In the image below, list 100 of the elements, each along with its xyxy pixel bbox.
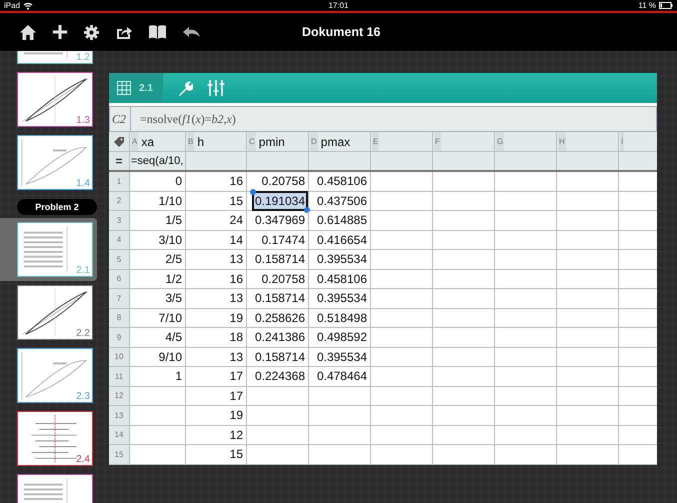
selection-handle[interactable] [304,206,310,213]
table-cell[interactable]: 0.158714 [254,290,306,306]
table-cell[interactable]: 9/10 [158,348,183,365]
table-cell[interactable]: 3/5 [164,290,183,306]
page-number: 2.4 [76,454,90,465]
table-cell[interactable]: 0.158714 [254,348,306,365]
device-name: iPad [4,1,20,10]
page-number: 2.1 [76,265,90,276]
table-cell[interactable]: 13 [228,290,244,306]
settings-icon[interactable] [84,24,99,40]
table-cell[interactable]: 13 [228,251,244,268]
column-name[interactable]: pmax [320,134,350,148]
table-cell[interactable]: 0.258626 [254,310,306,326]
add-icon[interactable] [53,25,67,39]
row-number: 12 [114,391,124,400]
formula-symbol: = [115,154,122,168]
column-letter: A [131,132,138,151]
table-cell[interactable]: 1 [174,368,183,384]
page-number: 1.3 [76,115,90,126]
table-cell[interactable]: 7/10 [158,310,183,326]
table-cell[interactable]: 1/2 [164,270,183,287]
selection-handle[interactable] [250,188,256,195]
home-icon[interactable] [20,24,36,40]
table-cell[interactable]: 24 [228,212,244,228]
formula-text[interactable]: =nsolve(f1(x)=b2,x) [131,112,236,126]
row-number: 10 [114,352,124,362]
table-cell[interactable]: 1/10 [158,192,183,209]
table-cell[interactable]: 0.518498 [316,310,368,326]
column-letter: I [620,132,624,151]
column-letter: H [558,132,566,151]
table-cell[interactable]: 0.17474 [260,232,306,248]
row-number: 8 [116,313,122,322]
table-cell[interactable]: 0.395534 [316,290,368,306]
table-cell[interactable]: 14 [228,232,244,248]
table-cell[interactable]: 0.241386 [254,329,306,346]
table-cell[interactable]: 0.614885 [316,212,368,228]
table-cell[interactable]: 0.478464 [316,368,368,384]
table-cell[interactable]: 13 [228,348,244,365]
table-cell[interactable]: 17 [228,368,244,384]
share-icon[interactable] [116,25,132,39]
row-number: 7 [116,294,122,303]
row-number: 11 [114,372,124,381]
table-cell[interactable]: 0.498592 [316,329,368,346]
column-letter: D [310,132,318,151]
page-number: 1.2 [76,52,90,63]
table-cell[interactable]: 17 [228,388,244,404]
column-letter: E [372,132,380,151]
table-cell[interactable]: 0.416654 [316,232,368,248]
table-cell[interactable]: 15 [228,446,244,462]
table-cell[interactable]: 1/5 [164,212,183,228]
row-number: 3 [116,216,122,225]
cell-reference: C2 [110,107,131,131]
table-cell[interactable]: 18 [228,329,244,346]
column-formula[interactable]: =seq(a/10, [131,155,184,167]
spreadsheet-icon[interactable] [117,81,131,95]
page-thumbnail[interactable]: 2.4 [17,411,93,466]
row-number: 13 [114,410,124,420]
column-letter: F [434,132,441,151]
row-number: 6 [116,274,122,284]
table-cell[interactable]: 0.395534 [316,251,368,268]
column-name[interactable]: pmin [258,134,285,148]
table-cell[interactable]: 16 [228,173,244,190]
page-thumbnail[interactable]: 2.2 [17,285,93,340]
wrench-icon[interactable] [176,80,193,96]
table-cell[interactable]: 0 [174,173,183,190]
battery-level: 11 % [638,1,656,10]
page-number: 2.3 [76,391,90,402]
table-cell[interactable]: 12 [228,426,244,443]
table-cell[interactable]: 3/10 [158,232,183,248]
document-title: Dokument 16 [302,25,380,39]
table-cell[interactable]: 15 [228,192,244,209]
wifi-icon [23,2,34,10]
table-cell[interactable]: 0.395534 [316,348,368,365]
book-icon[interactable] [149,25,166,39]
table-cell[interactable]: 0.458106 [316,270,368,287]
table-cell[interactable]: 19 [228,310,244,326]
table-cell[interactable]: 0.347969 [254,212,306,228]
column-name[interactable]: h [197,134,204,148]
table-cell[interactable]: 19 [228,407,244,424]
row-number: 9 [116,332,122,342]
column-name[interactable]: xa [141,134,154,148]
table-cell[interactable]: 16 [228,270,244,287]
battery-icon [659,2,673,9]
problem-label[interactable]: Problem 2 [17,199,97,215]
row-number: 4 [116,235,122,244]
table-cell[interactable]: 0.158714 [254,251,306,268]
table-cell[interactable]: 0.458106 [316,173,368,190]
table-cell[interactable]: 0.224368 [254,368,306,384]
table-cell[interactable]: 2/5 [164,251,183,268]
page-thumbnail[interactable]: 1.3 [17,72,93,127]
row-number: 14 [114,430,124,440]
sliders-icon[interactable] [206,80,225,96]
table-cell[interactable]: 4/5 [164,329,183,346]
undo-icon[interactable] [183,26,200,38]
page-number: 2.2 [76,328,90,339]
table-cell[interactable]: 0.20758 [260,270,306,287]
tag-icon[interactable] [114,136,124,146]
column-letter: B [187,132,194,151]
table-cell[interactable]: 0.20758 [260,173,306,190]
table-cell[interactable]: 0.437506 [316,192,368,209]
